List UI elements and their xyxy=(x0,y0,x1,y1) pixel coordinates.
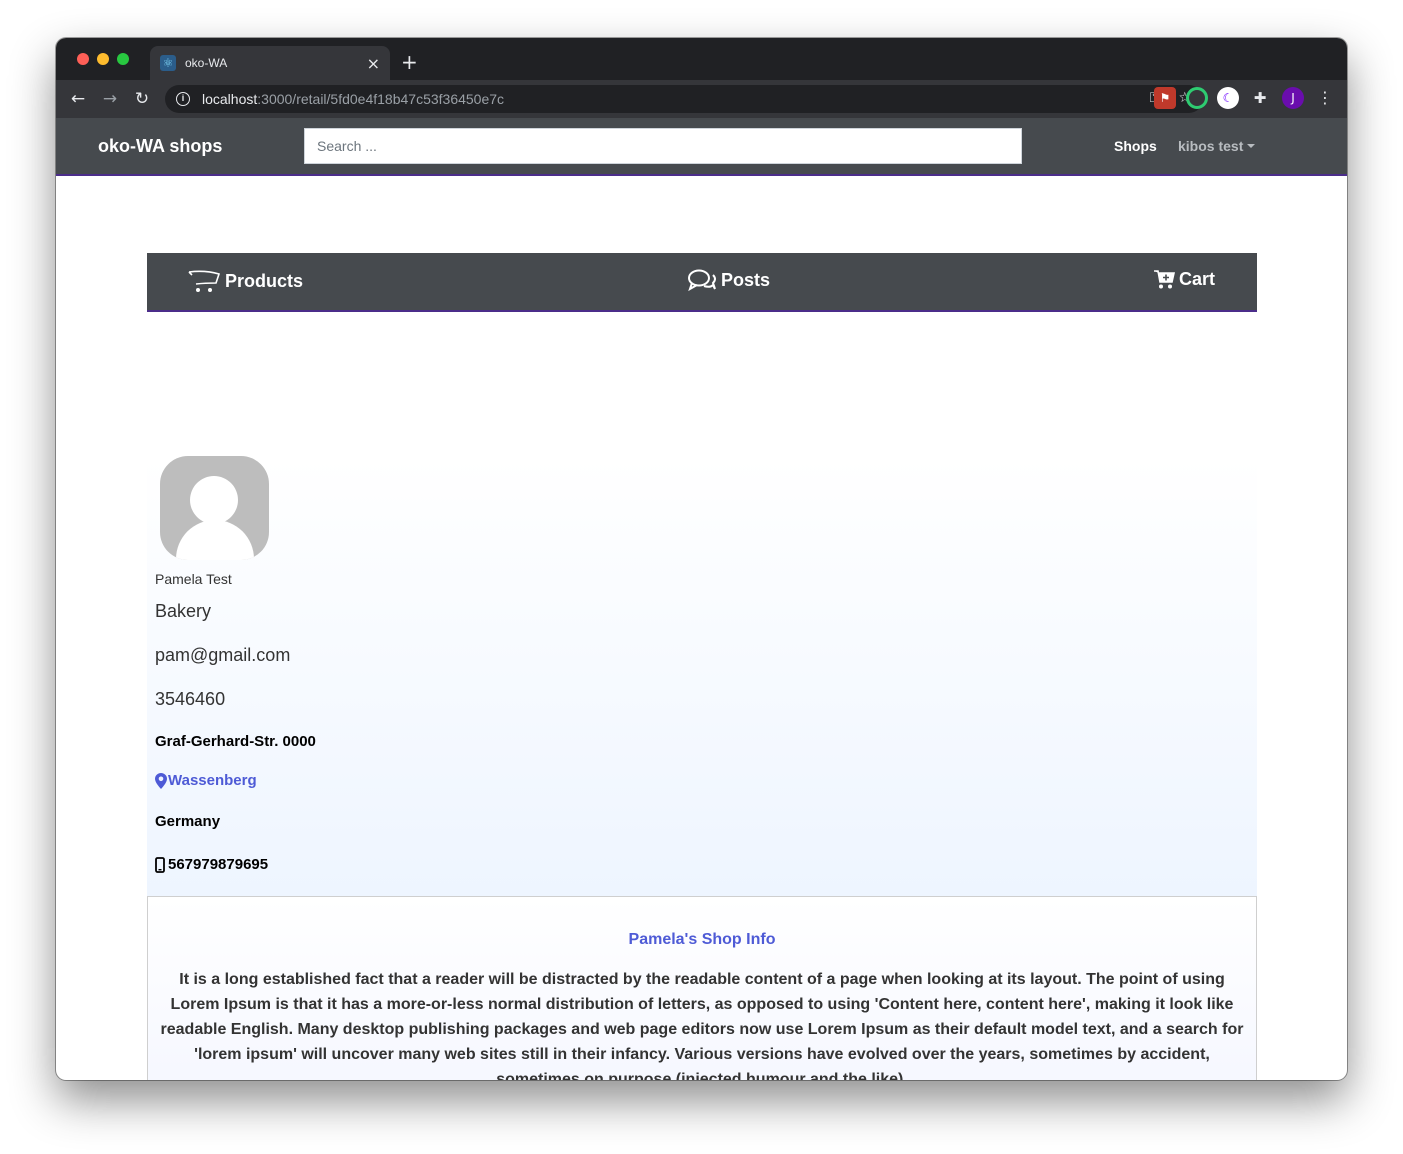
react-icon: ⚛ xyxy=(160,55,176,71)
site-info-icon[interactable]: i xyxy=(176,92,190,106)
url-text[interactable]: localhost:3000/retail/5fd0e4f18b47c53f36… xyxy=(202,91,504,107)
back-arrow-icon[interactable]: ← xyxy=(66,87,90,111)
profile-avatar[interactable]: J xyxy=(1282,87,1304,109)
tab-cart-label: Cart xyxy=(1179,268,1216,289)
avatar xyxy=(160,456,269,560)
browser-window: ⚛ oko-WA × + ← → ↻ i localhost:3000/reta… xyxy=(56,38,1347,1080)
city-name: Wassenberg xyxy=(168,772,257,789)
nav-link-shops[interactable]: Shops xyxy=(1114,138,1157,154)
shop-owner-profile: Pamela Test Bakery pam@gmail.com 3546460… xyxy=(147,456,1257,896)
search-input[interactable] xyxy=(304,128,1022,164)
user-dropdown[interactable]: kibos test xyxy=(1178,138,1256,154)
forward-arrow-icon[interactable]: → xyxy=(98,87,122,111)
new-tab-button[interactable]: + xyxy=(401,50,418,74)
tab-posts-label: Posts xyxy=(721,269,771,290)
caret-down-icon xyxy=(1247,144,1256,148)
shopping-cart-outline-icon xyxy=(188,270,221,292)
owner-phone: 3546460 xyxy=(155,689,226,709)
owner-email: pam@gmail.com xyxy=(155,645,291,665)
address-bar[interactable]: i localhost:3000/retail/5fd0e4f18b47c53f… xyxy=(165,85,1203,113)
user-name: kibos test xyxy=(1178,138,1244,154)
street-address: Graf-Gerhard-Str. 0000 xyxy=(155,733,316,750)
mobile-phone-icon xyxy=(155,856,165,873)
tab-products[interactable]: Products xyxy=(187,268,303,294)
url-host: localhost xyxy=(202,91,258,107)
url-path: :3000/retail/5fd0e4f18b47c53f36450e7c xyxy=(257,91,505,107)
cart-plus-icon xyxy=(1154,270,1175,289)
tab-posts[interactable]: Posts xyxy=(687,268,770,292)
country: Germany xyxy=(155,813,221,830)
tab-products-label: Products xyxy=(225,270,304,291)
shop-info-card: Pamela's Shop Info It is a long establis… xyxy=(147,896,1257,1080)
tab-cart[interactable]: Cart xyxy=(1153,268,1215,290)
avatar-head-shape xyxy=(190,476,238,524)
avatar-body-shape xyxy=(176,520,254,560)
extension-icon[interactable]: ⚑ xyxy=(1154,87,1176,109)
shop-info-description: It is a long established fact that a rea… xyxy=(160,971,1244,1080)
reload-icon[interactable]: ↻ xyxy=(130,87,154,111)
city-link[interactable]: Wassenberg xyxy=(155,772,257,789)
owner-name: Pamela Test xyxy=(155,571,232,587)
close-window-button[interactable] xyxy=(77,53,89,65)
browser-menu-icon[interactable]: ⋮ xyxy=(1314,87,1336,109)
browser-toolbar: ← → ↻ i localhost:3000/retail/5fd0e4f18b… xyxy=(56,80,1347,118)
tab-title: oko-WA xyxy=(185,56,228,70)
maximize-window-button[interactable] xyxy=(117,53,129,65)
minimize-window-button[interactable] xyxy=(97,53,109,65)
mobile-number: 567979879695 xyxy=(155,856,268,873)
extensions-puzzle-icon[interactable]: ✚ xyxy=(1249,87,1271,109)
extension-target-icon[interactable] xyxy=(1186,87,1208,109)
map-marker-icon xyxy=(155,772,167,789)
shop-category: Bakery xyxy=(155,601,212,621)
brand-logo-text[interactable]: oko-WA shops xyxy=(98,136,222,157)
mobile-number-text: 567979879695 xyxy=(168,856,269,873)
shop-info-title: Pamela's Shop Info xyxy=(628,931,776,948)
app-navbar: oko-WA shops Shops kibos test xyxy=(56,118,1347,176)
shop-tab-bar: Products Posts Cart xyxy=(147,253,1257,312)
browser-tab[interactable]: ⚛ oko-WA × xyxy=(150,46,390,80)
dark-mode-moon-icon[interactable]: ☾ xyxy=(1217,87,1239,109)
tab-strip: ⚛ oko-WA × + xyxy=(56,38,1347,80)
comments-icon xyxy=(688,269,716,292)
tab-close-icon[interactable]: × xyxy=(367,54,380,73)
